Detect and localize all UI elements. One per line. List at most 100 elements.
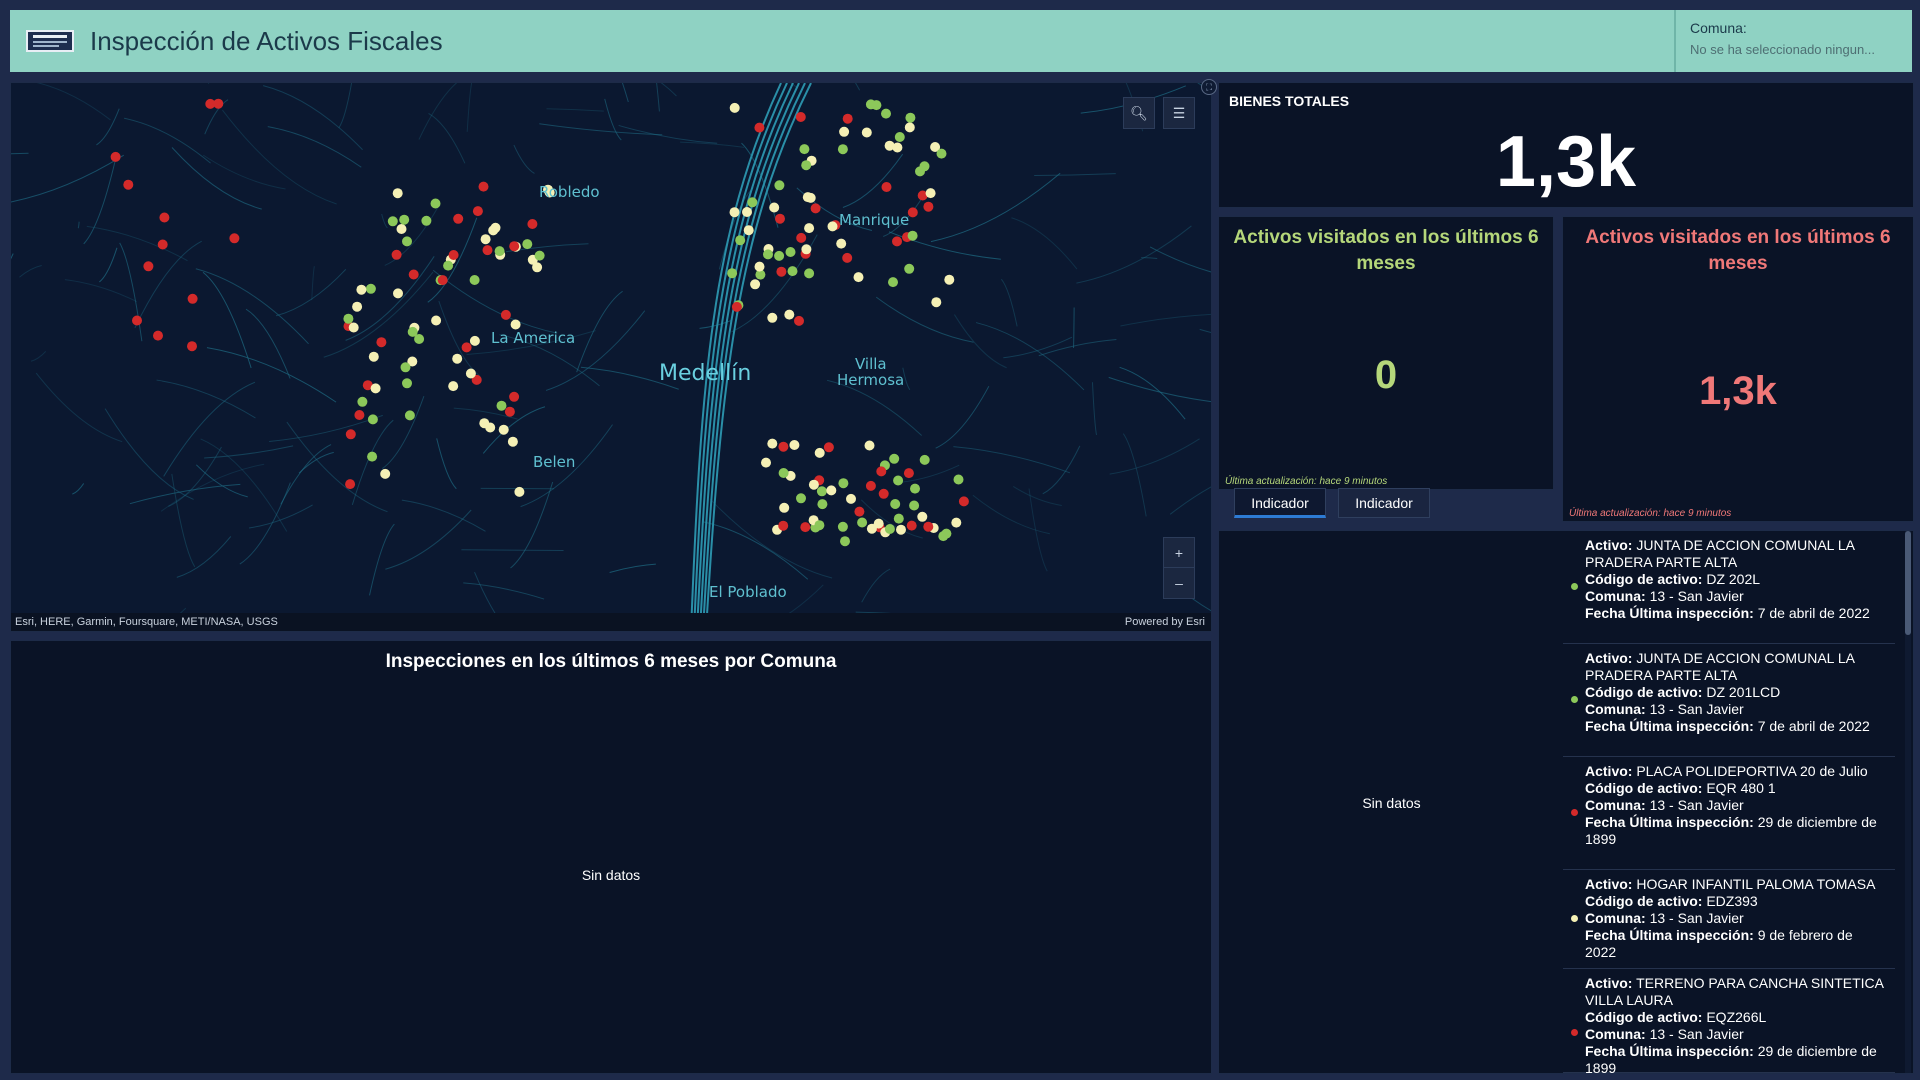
asset-point[interactable] <box>761 457 771 468</box>
asset-point[interactable] <box>864 440 875 451</box>
asset-point[interactable] <box>402 378 412 389</box>
asset-point[interactable] <box>794 315 804 326</box>
asset-point[interactable] <box>157 239 168 250</box>
asset-point[interactable] <box>754 122 765 133</box>
asset-point[interactable] <box>808 479 819 490</box>
asset-point[interactable] <box>747 197 758 208</box>
asset-point[interactable] <box>367 451 378 462</box>
asset-list[interactable]: Activo: JUNTA DE ACCION COMUNAL LA PRADE… <box>1563 531 1895 1073</box>
asset-point[interactable] <box>787 266 798 277</box>
asset-point[interactable] <box>352 301 363 312</box>
asset-point[interactable] <box>469 275 480 285</box>
asset-point[interactable] <box>368 351 379 362</box>
asset-point[interactable] <box>490 222 501 233</box>
asset-point[interactable] <box>153 330 163 341</box>
asset-point[interactable] <box>731 301 742 312</box>
asset-point[interactable] <box>944 274 955 285</box>
asset-point[interactable] <box>861 127 872 138</box>
tab-indicador-2[interactable]: Indicador <box>1338 488 1430 518</box>
asset-point[interactable] <box>888 277 898 288</box>
asset-point[interactable] <box>896 524 906 535</box>
asset-point[interactable] <box>785 247 796 257</box>
asset-point[interactable] <box>370 383 381 394</box>
asset-point[interactable] <box>842 252 853 263</box>
asset-point[interactable] <box>443 260 454 271</box>
asset-point[interactable] <box>448 381 459 392</box>
asset-point[interactable] <box>763 249 773 260</box>
asset-point[interactable] <box>729 102 740 113</box>
asset-point[interactable] <box>482 245 493 256</box>
asset-point[interactable] <box>478 181 489 192</box>
asset-point[interactable] <box>494 246 505 257</box>
asset-point[interactable] <box>348 322 359 333</box>
asset-point[interactable] <box>430 198 441 209</box>
asset-point[interactable] <box>878 488 889 499</box>
asset-point[interactable] <box>743 225 754 236</box>
asset-point[interactable] <box>884 140 895 151</box>
asset-point[interactable] <box>814 520 825 531</box>
asset-point[interactable] <box>816 486 827 497</box>
asset-point[interactable] <box>838 478 849 489</box>
asset-point[interactable] <box>776 266 787 277</box>
asset-point[interactable] <box>827 221 838 232</box>
asset-point[interactable] <box>123 179 134 190</box>
asset-point[interactable] <box>527 219 538 229</box>
asset-point[interactable] <box>767 438 778 449</box>
map-legend-button[interactable]: ☰ <box>1163 97 1195 129</box>
asset-point[interactable] <box>514 486 525 497</box>
asset-point[interactable] <box>958 496 969 507</box>
asset-point[interactable] <box>846 493 856 504</box>
asset-point[interactable] <box>496 400 507 411</box>
asset-point[interactable] <box>775 213 785 224</box>
asset-list-item[interactable]: Activo: TERRENO PARA CANCHA SINTETICA VI… <box>1563 969 1895 1073</box>
asset-point[interactable] <box>889 453 900 464</box>
tab-indicador-1[interactable]: Indicador <box>1234 488 1326 518</box>
asset-point[interactable] <box>892 236 902 247</box>
asset-point[interactable] <box>453 213 464 224</box>
asset-point[interactable] <box>800 522 811 533</box>
asset-point[interactable] <box>919 454 930 465</box>
asset-point[interactable] <box>778 520 789 531</box>
zoom-in-button[interactable]: + <box>1163 537 1195 569</box>
asset-list-item[interactable]: Activo: HOGAR INFANTIL PALOMA TOMASA Códi… <box>1563 870 1895 969</box>
asset-point[interactable] <box>890 499 901 509</box>
asset-point[interactable] <box>498 424 509 435</box>
asset-point[interactable] <box>795 112 806 122</box>
asset-point[interactable] <box>187 293 198 304</box>
asset-point[interactable] <box>480 234 491 245</box>
asset-point[interactable] <box>881 108 891 119</box>
asset-list-item[interactable]: Activo: PLACA POLIDEPORTIVA 20 de Julio C… <box>1563 757 1895 870</box>
asset-point[interactable] <box>881 182 892 192</box>
asset-point[interactable] <box>404 410 415 421</box>
asset-point[interactable] <box>784 309 795 320</box>
asset-point[interactable] <box>906 520 917 531</box>
asset-point[interactable] <box>904 263 915 274</box>
asset-point[interactable] <box>923 521 934 532</box>
asset-point[interactable] <box>894 132 905 142</box>
asset-point[interactable] <box>742 207 752 217</box>
asset-point[interactable] <box>903 468 914 479</box>
asset-point[interactable] <box>871 100 882 111</box>
asset-point[interactable] <box>465 368 476 379</box>
asset-point[interactable] <box>534 250 545 261</box>
asset-point[interactable] <box>810 203 821 214</box>
asset-point[interactable] <box>365 283 376 294</box>
asset-point[interactable] <box>804 268 815 279</box>
asset-point[interactable] <box>893 513 904 524</box>
asset-point[interactable] <box>769 202 780 213</box>
asset-point[interactable] <box>754 261 765 272</box>
asset-point[interactable] <box>854 506 865 517</box>
asset-point[interactable] <box>110 151 121 162</box>
asset-point[interactable] <box>354 410 365 420</box>
asset-point[interactable] <box>853 272 864 283</box>
asset-point[interactable] <box>925 188 936 199</box>
asset-point[interactable] <box>509 391 520 402</box>
asset-point[interactable] <box>132 315 142 326</box>
asset-point[interactable] <box>391 249 402 260</box>
asset-point[interactable] <box>735 235 746 246</box>
asset-point[interactable] <box>836 238 847 249</box>
asset-point[interactable] <box>461 342 472 353</box>
asset-point[interactable] <box>817 499 828 510</box>
asset-point[interactable] <box>801 160 812 171</box>
asset-point[interactable] <box>774 180 785 191</box>
